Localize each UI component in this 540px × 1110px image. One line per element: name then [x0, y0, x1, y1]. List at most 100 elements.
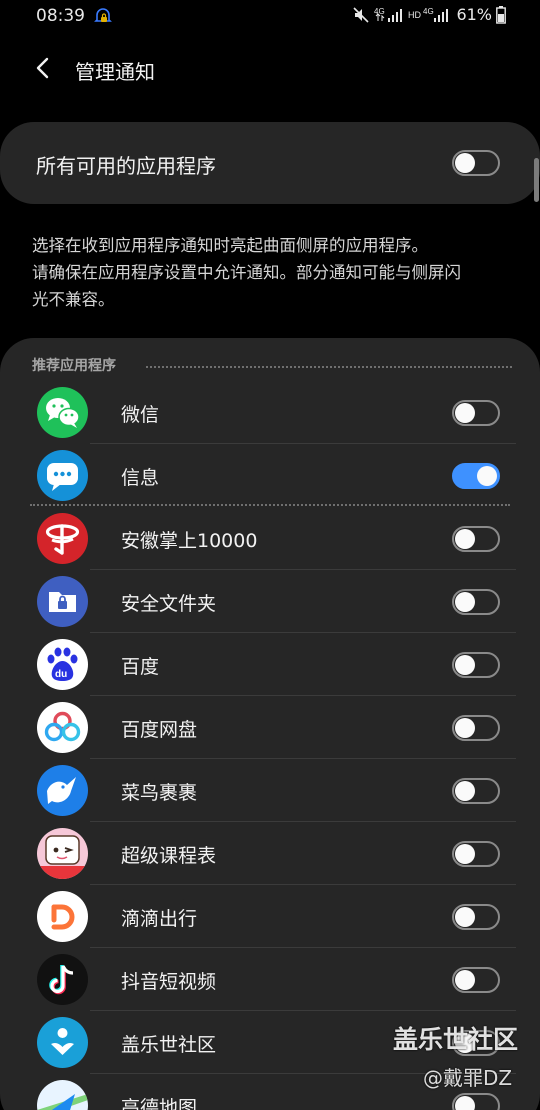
chevron-left-icon [36, 57, 49, 79]
watermark-author: @戴罪DZ [423, 1066, 513, 1090]
section-divider [146, 366, 512, 368]
app-row-douyin[interactable]: 抖音短视频 [0, 948, 540, 1011]
app-row-baidu-netdisk[interactable]: 百度网盘 [0, 696, 540, 759]
wechat-icon [37, 387, 88, 438]
app-name: 信息 [121, 467, 160, 489]
app-row-wechat[interactable]: 微信 [0, 381, 540, 444]
baidu-netdisk-icon [37, 702, 88, 753]
app-switch[interactable] [452, 589, 500, 615]
mute-icon [352, 6, 370, 24]
header: 管理通知 [0, 44, 540, 94]
douyin-icon [37, 954, 88, 1005]
app-row-china-telecom[interactable]: 安徽掌上10000 [0, 507, 540, 570]
toggle-switch[interactable] [452, 526, 500, 552]
description-text: 选择在收到应用程序通知时亮起曲面侧屏的应用程序。 请确保在应用程序设置中允许通知… [32, 232, 512, 313]
svg-text:4G: 4G [423, 7, 434, 16]
app-switch[interactable] [452, 400, 500, 426]
battery-icon [496, 5, 506, 24]
toggle-knob [455, 781, 475, 801]
app-name: 菜鸟裹裹 [121, 782, 198, 804]
back-button[interactable] [26, 50, 60, 86]
amap-icon [37, 1080, 88, 1110]
toggle-switch[interactable] [452, 904, 500, 930]
status-time: 08:39 [36, 6, 85, 26]
toggle-switch[interactable] [452, 715, 500, 741]
app-row-didi[interactable]: 滴滴出行 [0, 885, 540, 948]
toggle-knob [455, 592, 475, 612]
app-name: 百度 [121, 656, 160, 678]
toggle-switch[interactable] [452, 967, 500, 993]
app-name: 微信 [121, 404, 160, 426]
app-switch[interactable] [452, 841, 500, 867]
all-apps-label: 所有可用的应用程序 [36, 154, 216, 178]
status-bar: 08:39 4G HD 4G 61% [0, 0, 540, 34]
section-title: 推荐应用程序 [32, 358, 116, 374]
description-line-1: 选择在收到应用程序通知时亮起曲面侧屏的应用程序。 [32, 236, 428, 255]
app-name: 超级课程表 [121, 845, 217, 867]
toggle-switch[interactable] [452, 841, 500, 867]
battery-percentage: 61% [456, 5, 492, 24]
app-switch[interactable] [452, 904, 500, 930]
toggle-knob [455, 403, 475, 423]
app-switch[interactable] [452, 463, 500, 489]
toggle-knob [477, 466, 497, 486]
app-row-baidu[interactable]: du 百度 [0, 633, 540, 696]
app-switch[interactable] [452, 715, 500, 741]
secure-folder-icon [37, 576, 88, 627]
toggle-knob [455, 153, 475, 173]
app-switch[interactable] [452, 967, 500, 993]
app-switch[interactable] [452, 526, 500, 552]
signal-icon-1: 4G [374, 6, 404, 24]
toggle-knob [455, 970, 475, 990]
toggle-switch[interactable] [452, 400, 500, 426]
app-name: 抖音短视频 [121, 971, 217, 993]
app-row-super-schedule[interactable]: 超级课程表 [0, 822, 540, 885]
super-schedule-icon [37, 828, 88, 879]
svg-text:du: du [55, 669, 67, 680]
toggle-switch[interactable] [452, 589, 500, 615]
status-right-group: 4G HD 4G 61% [352, 5, 506, 24]
app-name: 安全文件夹 [121, 593, 217, 615]
notification-lock-icon [93, 6, 113, 26]
watermark-logo-text: 盖乐世社区 [393, 1025, 519, 1054]
scroll-indicator[interactable] [534, 158, 539, 202]
toggle-knob [455, 655, 475, 675]
app-name: 百度网盘 [121, 719, 198, 741]
galaxy-community-icon [37, 1017, 88, 1068]
messages-icon [37, 450, 88, 501]
toggle-switch[interactable] [452, 463, 500, 489]
svg-text:HD: HD [408, 10, 421, 20]
toggle-knob [455, 907, 475, 927]
toggle-switch[interactable] [452, 778, 500, 804]
app-name: 滴滴出行 [121, 908, 198, 930]
app-name: 盖乐世社区 [121, 1034, 217, 1056]
screen: 08:39 4G HD 4G 61% 管理通知 所有可用的应用程序 选择在收到应… [0, 0, 540, 1110]
toggle-knob [455, 718, 475, 738]
cainiao-icon [37, 765, 88, 816]
app-switch[interactable] [452, 778, 500, 804]
all-apps-toggle-row[interactable]: 所有可用的应用程序 [0, 122, 540, 204]
app-row-cainiao[interactable]: 菜鸟裹裹 [0, 759, 540, 822]
recommended-section-end [30, 504, 510, 506]
apps-list-card: 推荐应用程序 微信 信息 安徽掌上10000 安全文件夹 du 百度 百度网盘 … [0, 338, 540, 1110]
app-name: 安徽掌上10000 [121, 530, 258, 552]
toggle-switch[interactable] [452, 1093, 500, 1110]
all-apps-switch[interactable] [452, 150, 500, 176]
didi-icon [37, 891, 88, 942]
toggle-switch[interactable] [452, 150, 500, 176]
description-line-3: 光不兼容。 [32, 290, 115, 309]
description-line-2: 请确保在应用程序设置中允许通知。部分通知可能与侧屏闪 [32, 263, 461, 282]
app-row-secure-folder[interactable]: 安全文件夹 [0, 570, 540, 633]
app-row-messages[interactable]: 信息 [0, 444, 540, 507]
toggle-knob [455, 529, 475, 549]
section-header: 推荐应用程序 [32, 355, 512, 375]
toggle-knob [455, 844, 475, 864]
toggle-switch[interactable] [452, 652, 500, 678]
app-switch[interactable] [452, 1093, 500, 1110]
app-switch[interactable] [452, 652, 500, 678]
signal-icon-2: HD 4G [408, 6, 450, 24]
app-name: 高德地图 [121, 1097, 198, 1110]
toggle-knob [455, 1096, 475, 1110]
china-telecom-icon [37, 513, 88, 564]
page-title: 管理通知 [75, 60, 155, 84]
